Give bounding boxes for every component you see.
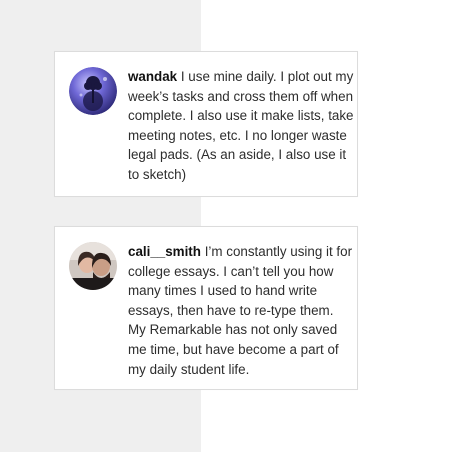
- planet-tree-avatar-icon: [69, 67, 117, 115]
- comment-text-cali-smith: cali__smith I’m constantly using it for …: [128, 242, 354, 379]
- avatar-cali-smith[interactable]: [69, 242, 117, 290]
- couple-photo-avatar-icon: [69, 242, 117, 290]
- username-cali-smith[interactable]: cali__smith: [128, 244, 201, 259]
- comment-body-wandak: I use mine daily. I plot out my week’s t…: [128, 69, 354, 182]
- comment-card-cali-smith: cali__smith I’m constantly using it for …: [54, 226, 358, 390]
- comment-card-wandak: wandak I use mine daily. I plot out my w…: [54, 51, 358, 197]
- username-wandak[interactable]: wandak: [128, 69, 177, 84]
- avatar-wandak[interactable]: [69, 67, 117, 115]
- comment-text-wandak: wandak I use mine daily. I plot out my w…: [128, 67, 354, 185]
- comment-body-cali-smith: I’m constantly using it for college essa…: [128, 244, 353, 377]
